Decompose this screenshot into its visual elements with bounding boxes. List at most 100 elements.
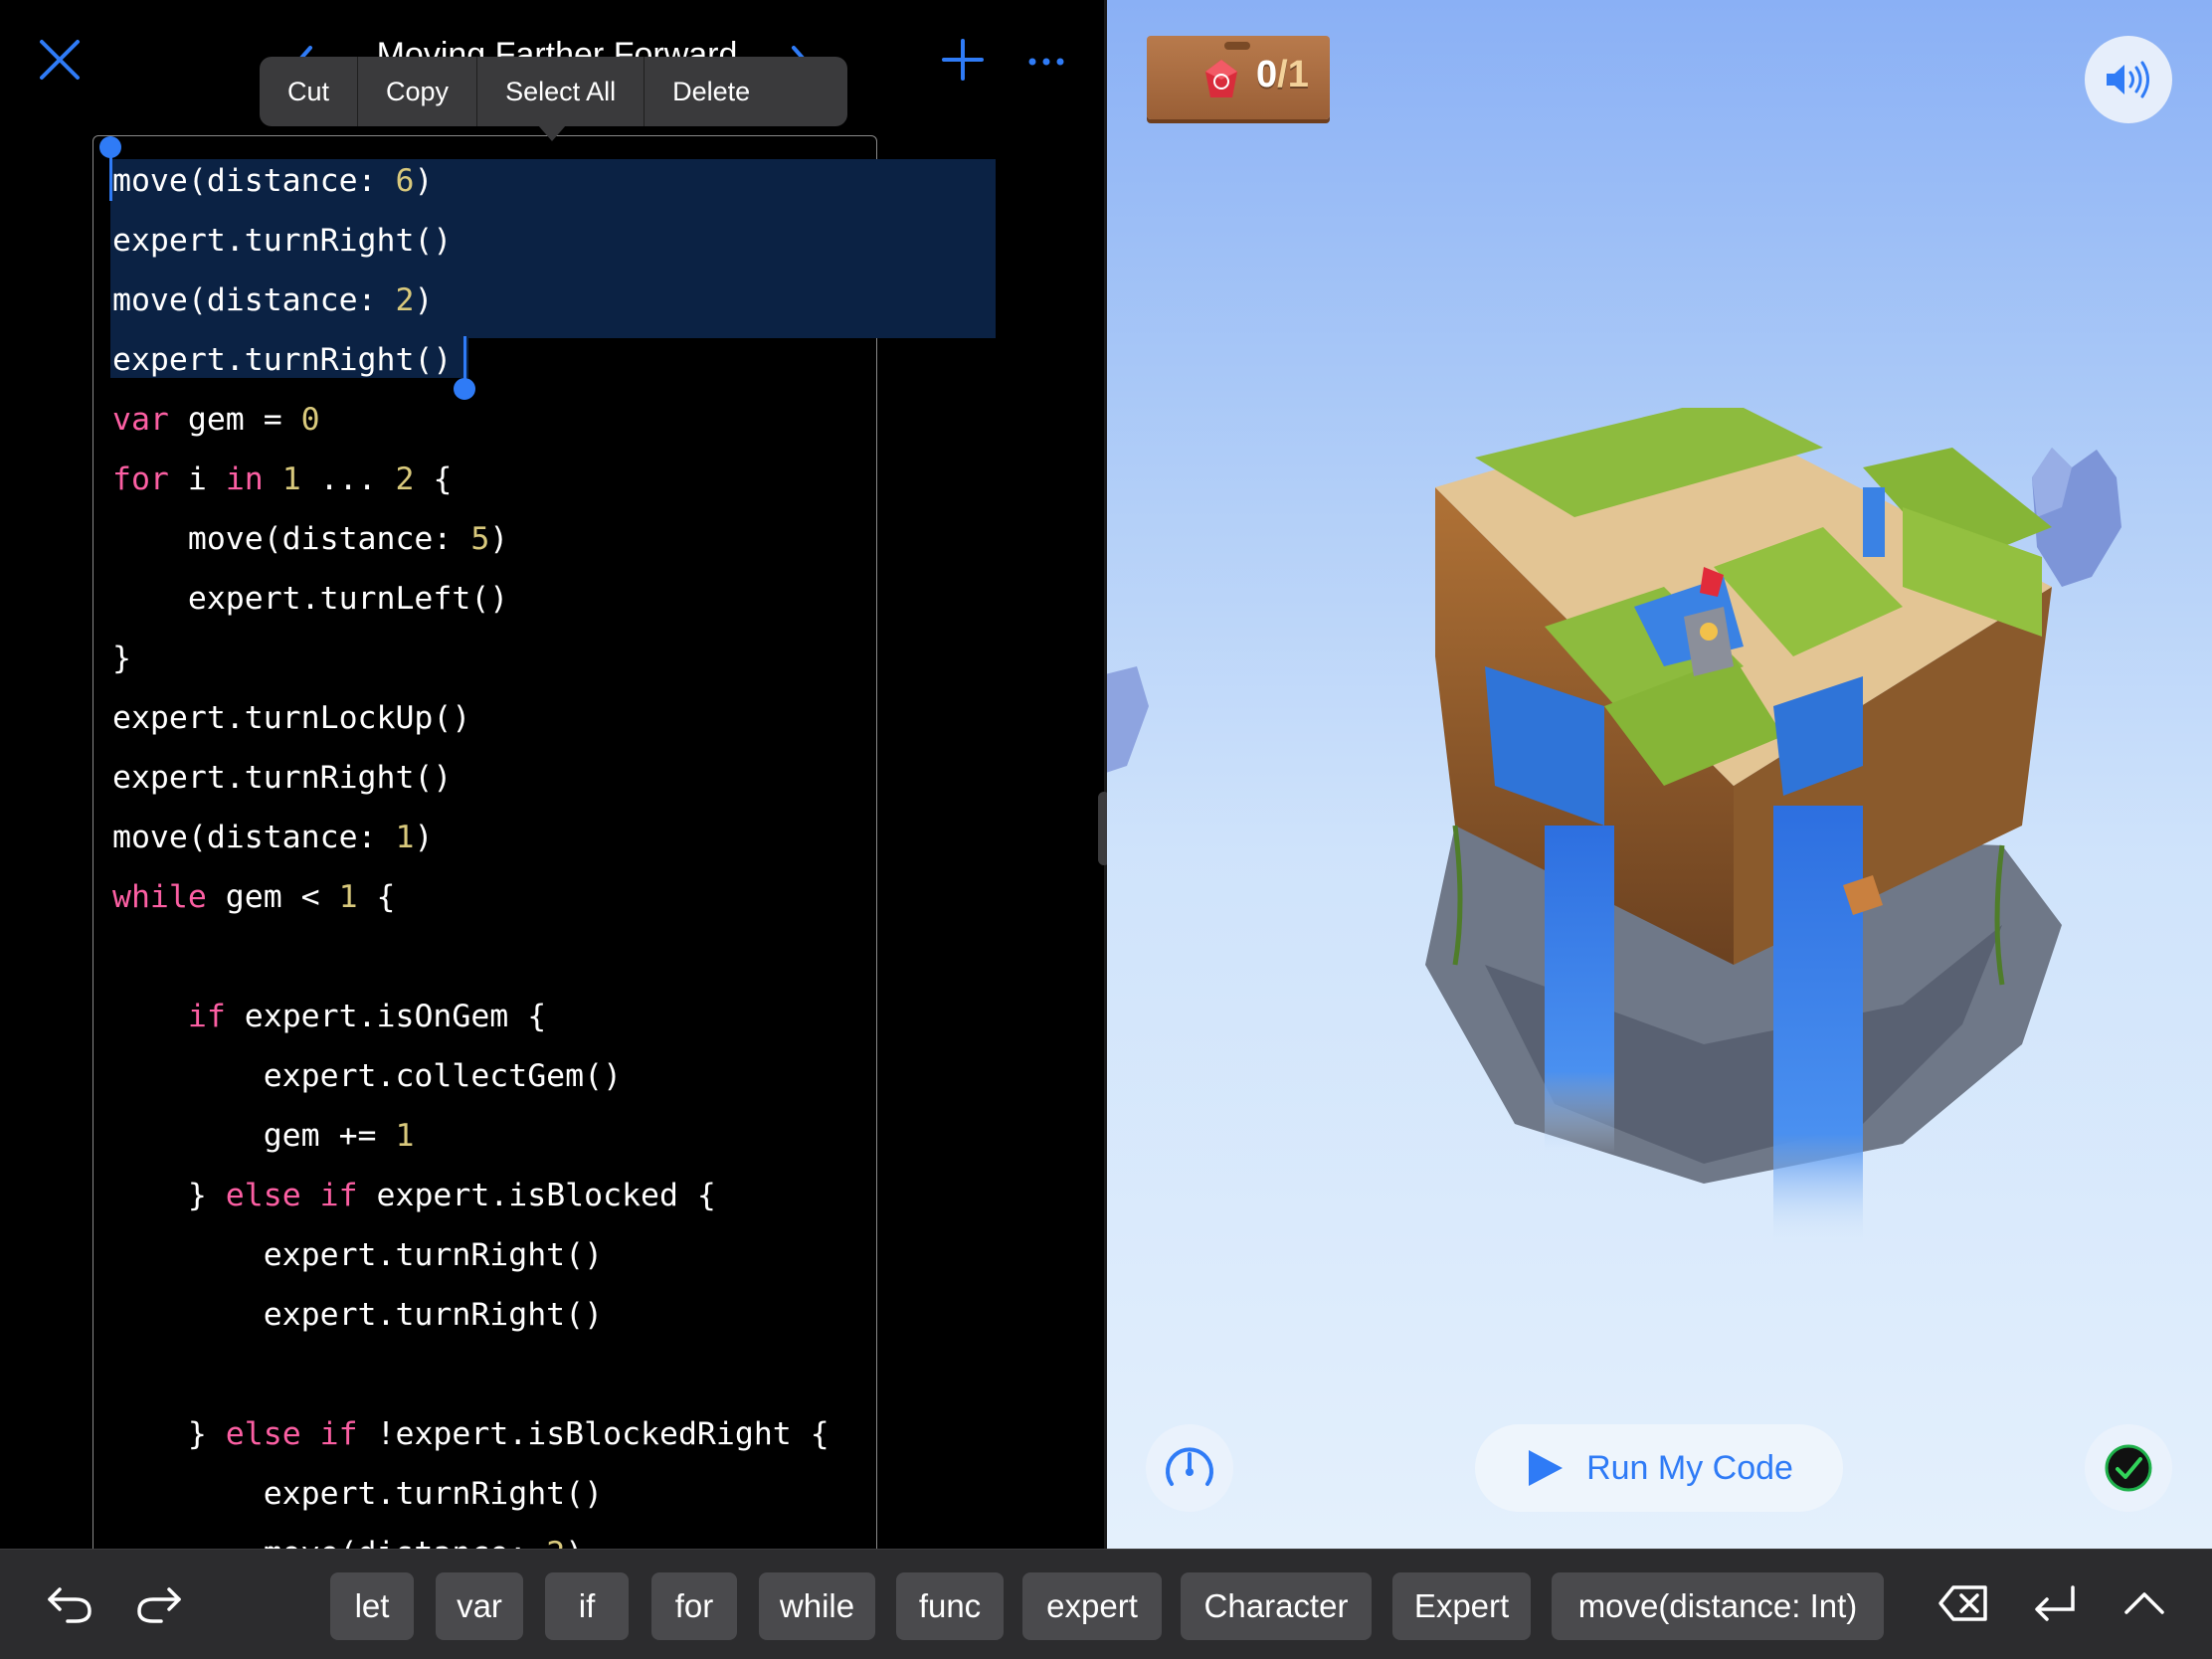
shortcut-chip-move-distance[interactable]: move(distance: Int) [1552, 1572, 1884, 1640]
code-token: } [112, 1178, 226, 1213]
gem-count-text: 0/1 [1256, 54, 1309, 95]
shortcut-chip-while[interactable]: while [759, 1572, 875, 1640]
shortcut-chip-var[interactable]: var [436, 1572, 523, 1640]
close-icon[interactable] [38, 38, 82, 82]
sound-toggle-button[interactable] [2085, 36, 2172, 123]
code-token: expert.turnLeft() [112, 581, 509, 617]
code-token: expert.turnRight() [112, 1297, 604, 1333]
code-token: !expert.isBlockedRight { [357, 1416, 830, 1452]
redo-icon[interactable] [129, 1573, 189, 1633]
code-token: ) [414, 282, 434, 318]
code-line[interactable]: expert.turnRight() [112, 748, 830, 808]
code-token: expert.turnRight() [112, 342, 453, 378]
code-token: } [112, 641, 131, 676]
code-text[interactable]: move(distance: 6) expert.turnRight() move(… [112, 151, 830, 1549]
code-token: expert.turnLockUp() [112, 700, 471, 736]
code-token: ) [489, 521, 509, 557]
floating-rock-island [1107, 666, 1149, 773]
shortcut-chip-if[interactable]: if [545, 1572, 629, 1640]
code-keyword: else if [225, 1416, 358, 1452]
code-line[interactable]: expert.turnRight() [112, 211, 830, 271]
keyboard-shortcut-bar: let var if for while func expert Charact… [0, 1549, 2212, 1659]
undo-icon[interactable] [40, 1573, 99, 1633]
code-keyword: else if [225, 1178, 358, 1213]
code-token: { [414, 461, 453, 497]
shortcut-chip-expert-type[interactable]: Expert [1392, 1572, 1531, 1640]
code-line[interactable]: expert.turnRight() [112, 1464, 830, 1524]
code-token: expert.collectGem() [112, 1058, 623, 1094]
code-token: gem = [168, 402, 301, 438]
code-keyword: while [112, 879, 207, 915]
code-line[interactable]: move(distance: 1) [112, 808, 830, 867]
speed-control-button[interactable] [1146, 1424, 1233, 1512]
code-line[interactable]: } else if !expert.isBlockedRight { [112, 1404, 830, 1464]
code-line[interactable]: expert.turnLockUp() [112, 688, 830, 748]
code-number: 2 [546, 1536, 565, 1549]
code-line[interactable]: expert.collectGem() [112, 1046, 830, 1106]
context-menu-pointer [538, 125, 566, 141]
code-number: 0 [300, 402, 320, 438]
code-token: { [357, 879, 396, 915]
code-number: 2 [395, 461, 415, 497]
code-token: ... [300, 461, 396, 497]
code-line[interactable]: move(distance: 6) [112, 151, 830, 211]
menu-item-select-all[interactable]: Select All [477, 57, 645, 126]
code-line[interactable]: expert.turnRight() [112, 1225, 830, 1285]
code-number: 1 [395, 1118, 415, 1154]
code-line[interactable]: expert.turnLeft() [112, 569, 830, 629]
code-line[interactable]: for i in 1 ... 2 { [112, 450, 830, 509]
code-number: 5 [470, 521, 490, 557]
code-token: ) [565, 1536, 584, 1549]
run-my-code-button[interactable]: Run My Code [1475, 1424, 1843, 1512]
code-token: move(distance: [112, 820, 396, 855]
code-token: ) [414, 820, 434, 855]
code-line[interactable] [112, 927, 830, 987]
code-line[interactable] [112, 1345, 830, 1404]
code-keyword: for [112, 461, 169, 497]
checkmark-icon [2105, 1444, 2152, 1492]
code-keyword: in [225, 461, 264, 497]
puzzle-world-view: 0/1 Run My Code [1107, 0, 2212, 1549]
code-token: expert.isOnGem { [225, 999, 547, 1034]
code-token: expert.turnRight() [112, 760, 453, 796]
shortcut-chip-character[interactable]: Character [1181, 1572, 1372, 1640]
code-line[interactable]: var gem = 0 [112, 390, 830, 450]
code-number: 1 [395, 820, 415, 855]
code-editor-pane: Moving Farther Forward move(distance: 6)… [0, 0, 1104, 1549]
code-line[interactable]: while gem < 1 { [112, 867, 830, 927]
code-token: ) [414, 163, 434, 199]
code-number: 2 [395, 282, 415, 318]
edit-context-menu: Cut Copy Select All Delete [260, 57, 847, 126]
code-line[interactable]: move(distance: 2) [112, 271, 830, 330]
gem-icon [1205, 60, 1237, 97]
code-line[interactable]: move(distance: 2) [112, 1524, 830, 1549]
checkmark-status-button[interactable] [2085, 1424, 2172, 1512]
code-line[interactable]: } else if expert.isBlocked { [112, 1166, 830, 1225]
code-number: 1 [338, 879, 358, 915]
code-line[interactable]: expert.turnRight() [112, 1285, 830, 1345]
code-line[interactable]: if expert.isOnGem { [112, 987, 830, 1046]
shortcut-chip-func[interactable]: func [896, 1572, 1004, 1640]
shortcut-chip-expert[interactable]: expert [1022, 1572, 1162, 1640]
code-line[interactable]: } [112, 629, 830, 688]
run-button-label: Run My Code [1586, 1448, 1793, 1487]
return-icon[interactable] [2025, 1573, 2085, 1633]
code-token: expert.turnRight() [112, 1476, 604, 1512]
code-line[interactable]: expert.turnRight() [112, 330, 830, 390]
more-options-icon[interactable] [1026, 42, 1066, 82]
menu-item-delete[interactable]: Delete [645, 57, 778, 126]
shortcut-chip-for[interactable]: for [651, 1572, 737, 1640]
code-line[interactable]: gem += 1 [112, 1106, 830, 1166]
code-keyword: if [187, 999, 226, 1034]
code-token: gem < [206, 879, 339, 915]
speaker-icon [2107, 61, 2149, 98]
code-line[interactable]: move(distance: 5) [112, 509, 830, 569]
menu-item-copy[interactable]: Copy [358, 57, 478, 126]
chevron-up-icon[interactable] [2115, 1573, 2174, 1633]
shortcut-chip-let[interactable]: let [330, 1572, 414, 1640]
add-icon[interactable] [941, 38, 985, 82]
menu-item-cut[interactable]: Cut [260, 57, 359, 126]
backspace-icon[interactable] [1934, 1573, 1993, 1633]
